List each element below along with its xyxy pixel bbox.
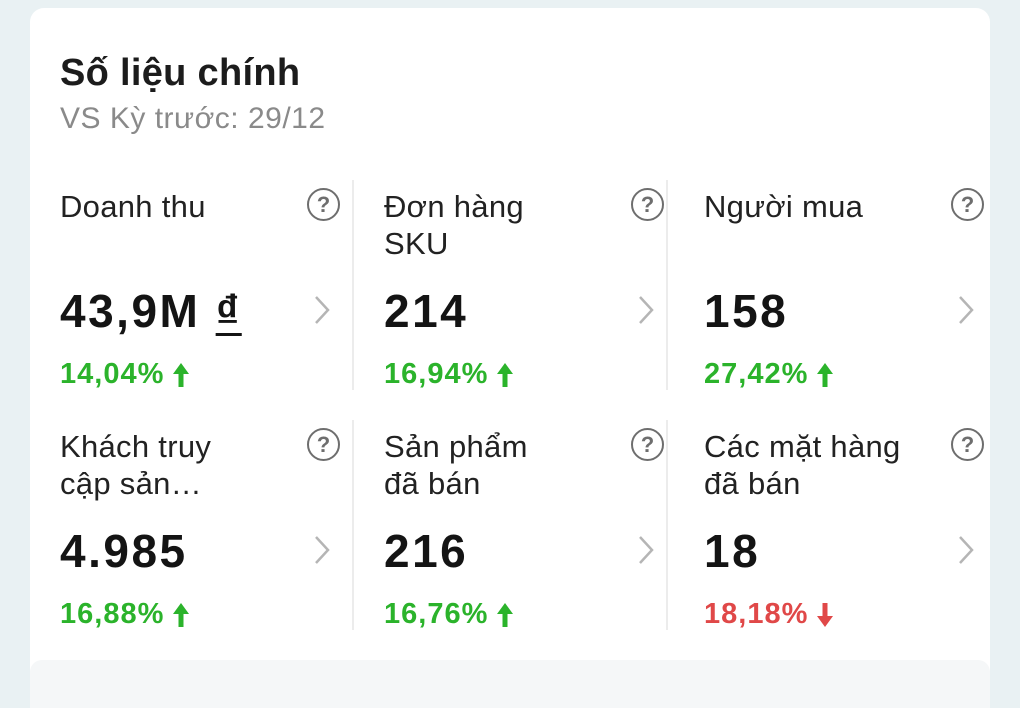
question-circle-icon[interactable]: ? bbox=[307, 428, 340, 461]
question-circle-icon[interactable]: ? bbox=[951, 188, 984, 221]
chevron-right-icon[interactable] bbox=[952, 530, 980, 570]
column-divider bbox=[666, 180, 668, 390]
change-percent: 14,04% bbox=[60, 358, 165, 390]
chevron-right-icon[interactable] bbox=[632, 290, 660, 330]
metric-change: 16,76% bbox=[384, 598, 514, 631]
metric-value: 43,9M ₫ bbox=[60, 284, 242, 338]
arrow-up-icon bbox=[497, 602, 514, 627]
metric-product-visitors[interactable]: Khách truy cập sản… ? 4.985 16,88% bbox=[60, 426, 340, 636]
change-percent: 16,76% bbox=[384, 598, 489, 630]
chevron-right-icon[interactable] bbox=[952, 290, 980, 330]
metric-value-number: 43,9M bbox=[60, 285, 201, 337]
metric-products-sold[interactable]: Sản phẩm đã bán ? 216 16,76% bbox=[384, 426, 664, 636]
chevron-right-icon[interactable] bbox=[308, 290, 336, 330]
metric-change: 16,94% bbox=[384, 358, 514, 391]
metric-label: Sản phẩm đã bán bbox=[384, 429, 528, 501]
metric-value: 158 bbox=[704, 285, 789, 337]
column-divider bbox=[352, 420, 354, 630]
metric-label: Khách truy cập sản… bbox=[60, 429, 212, 501]
next-section-preview bbox=[30, 660, 990, 708]
chevron-right-icon[interactable] bbox=[632, 530, 660, 570]
metric-value: 4.985 bbox=[60, 525, 188, 577]
metric-label: Doanh thu bbox=[60, 189, 206, 224]
metric-revenue[interactable]: Doanh thu ? 43,9M ₫ 14,04% bbox=[60, 186, 340, 396]
metric-label: Đơn hàng SKU bbox=[384, 189, 524, 261]
question-circle-icon[interactable]: ? bbox=[631, 428, 664, 461]
arrow-up-icon bbox=[817, 362, 834, 387]
metric-items-sold[interactable]: Các mặt hàng đã bán ? 18 18,18% bbox=[704, 426, 984, 636]
metric-value: 214 bbox=[384, 285, 469, 337]
chevron-right-icon[interactable] bbox=[308, 530, 336, 570]
arrow-down-icon bbox=[817, 602, 834, 627]
change-percent: 27,42% bbox=[704, 358, 809, 390]
question-circle-icon[interactable]: ? bbox=[631, 188, 664, 221]
question-circle-icon[interactable]: ? bbox=[951, 428, 984, 461]
currency-symbol: ₫ bbox=[215, 285, 242, 337]
metric-sku-orders[interactable]: Đơn hàng SKU ? 214 16,94% bbox=[384, 186, 664, 396]
metric-change: 27,42% bbox=[704, 358, 834, 391]
metric-value: 18 bbox=[704, 525, 761, 577]
arrow-up-icon bbox=[497, 362, 514, 387]
comparison-period: VS Kỳ trước: 29/12 bbox=[60, 102, 326, 135]
column-divider bbox=[352, 180, 354, 390]
key-metrics-card: Số liệu chính VS Kỳ trước: 29/12 Doanh t… bbox=[30, 8, 990, 708]
metric-buyers[interactable]: Người mua ? 158 27,42% bbox=[704, 186, 984, 396]
question-circle-icon[interactable]: ? bbox=[307, 188, 340, 221]
metric-value: 216 bbox=[384, 525, 469, 577]
metric-label: Người mua bbox=[704, 189, 864, 224]
change-percent: 18,18% bbox=[704, 598, 809, 630]
arrow-up-icon bbox=[173, 362, 190, 387]
column-divider bbox=[666, 420, 668, 630]
metric-change: 18,18% bbox=[704, 598, 834, 631]
arrow-up-icon bbox=[173, 602, 190, 627]
change-percent: 16,94% bbox=[384, 358, 489, 390]
metrics-grid: Doanh thu ? 43,9M ₫ 14,04% Đơn hàng SKU … bbox=[30, 178, 990, 638]
metric-label: Các mặt hàng đã bán bbox=[704, 429, 901, 501]
metric-change: 14,04% bbox=[60, 358, 190, 391]
section-title: Số liệu chính bbox=[60, 52, 301, 94]
change-percent: 16,88% bbox=[60, 598, 165, 630]
metric-change: 16,88% bbox=[60, 598, 190, 631]
